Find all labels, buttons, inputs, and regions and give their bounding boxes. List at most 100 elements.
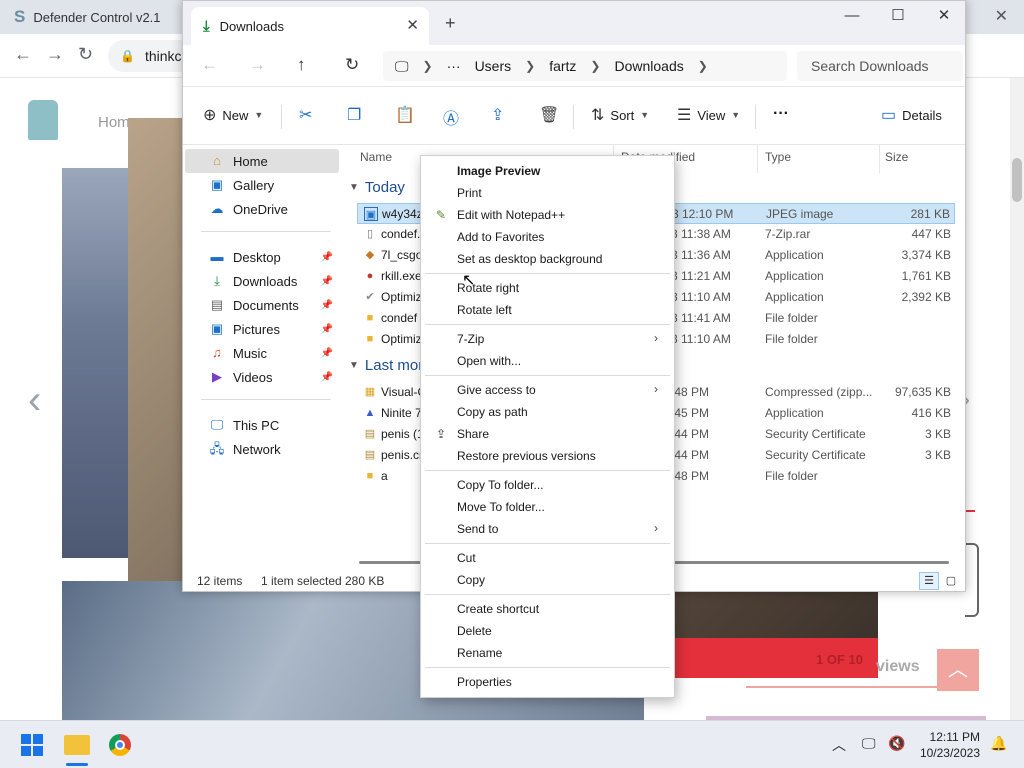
new-tab-icon[interactable]: + xyxy=(445,13,456,34)
nav-videos[interactable]: ▶ Videos 📌 xyxy=(185,365,339,389)
browser-back-icon[interactable]: ← xyxy=(14,44,32,65)
search-input[interactable] xyxy=(797,51,963,81)
more-options-button[interactable]: ··· xyxy=(773,105,789,123)
nav-gallery[interactable]: ▣ Gallery xyxy=(185,173,339,197)
delete-button[interactable]: 🗑 xyxy=(539,105,559,125)
menu-separator xyxy=(425,543,670,544)
menu-item-properties[interactable]: Properties xyxy=(425,671,670,693)
chevron-down-icon: ▼ xyxy=(640,110,650,120)
nav-network[interactable]: 🖧 Network xyxy=(185,437,339,461)
site-logo[interactable] xyxy=(28,100,58,140)
column-header-size[interactable]: Size xyxy=(885,150,908,164)
menu-item-share[interactable]: ⇪ Share xyxy=(425,423,670,445)
copy-button[interactable]: ❐ xyxy=(347,105,361,125)
menu-item-cut[interactable]: Cut xyxy=(425,547,670,569)
chevron-right-icon: ❯ xyxy=(525,59,536,73)
nav-onedrive[interactable]: ☁ OneDrive xyxy=(185,197,339,221)
rename-icon: Ⓐ xyxy=(443,111,460,128)
browser-forward-icon[interactable]: → xyxy=(46,44,64,65)
more-locations-icon[interactable]: ··· xyxy=(447,58,461,74)
menu-item-send-to[interactable]: Send to › xyxy=(425,518,670,540)
menu-item-print[interactable]: Print xyxy=(425,182,670,204)
explorer-tab-downloads[interactable]: ⤓ Downloads ✕ xyxy=(191,7,429,45)
divider xyxy=(281,105,282,129)
menu-item-rotate-left[interactable]: Rotate left xyxy=(425,299,670,321)
menu-item-restore-versions[interactable]: Restore previous versions xyxy=(425,445,670,467)
new-button[interactable]: ⊕ New ▼ xyxy=(203,105,263,125)
menu-item-move-to[interactable]: Move To folder... xyxy=(425,496,670,518)
menu-item-delete[interactable]: Delete xyxy=(425,620,670,642)
details-pane-button[interactable]: ▭ Details xyxy=(881,105,942,125)
menu-separator xyxy=(425,667,670,668)
breadcrumb-users[interactable]: Users xyxy=(475,58,512,74)
maximize-icon[interactable]: ☐ xyxy=(875,7,921,31)
nav-onedrive-label: OneDrive xyxy=(233,201,288,217)
nav-downloads[interactable]: ⤓ Downloads 📌 xyxy=(185,269,339,293)
menu-item-give-access[interactable]: Give access to › xyxy=(425,379,670,401)
menu-item-copy-path[interactable]: Copy as path xyxy=(425,401,670,423)
display-icon[interactable]: 🖵 xyxy=(862,735,876,752)
menu-item-set-background[interactable]: Set as desktop background xyxy=(425,248,670,270)
column-divider[interactable] xyxy=(879,145,880,173)
details-view-icon[interactable]: ☰ xyxy=(919,572,939,590)
menu-item-create-shortcut[interactable]: Create shortcut xyxy=(425,598,670,620)
notification-bell-icon[interactable]: 🔔 xyxy=(990,735,1007,752)
menu-item-open-with[interactable]: Open with... xyxy=(425,350,670,372)
nav-desktop[interactable]: ▬ Desktop 📌 xyxy=(185,245,339,269)
breadcrumb-fartz[interactable]: fartz xyxy=(549,58,576,74)
nav-thispc[interactable]: 🖵 This PC xyxy=(185,413,339,437)
group-last-month[interactable]: ▼ Last mon xyxy=(349,357,427,374)
scroll-top-button[interactable]: ︿ xyxy=(937,649,979,691)
explorer-address-row: ← → ↑ ↻ 🖵 ❯ ··· Users ❯ fartz ❯ Download… xyxy=(183,45,965,87)
nav-music[interactable]: ♫ Music 📌 xyxy=(185,341,339,365)
group-today[interactable]: ▼ Today xyxy=(349,179,405,196)
tiles-view-icon[interactable]: ▢ xyxy=(941,572,961,590)
rename-button[interactable]: Ⓐ xyxy=(443,105,459,129)
explorer-address-bar[interactable]: 🖵 ❯ ··· Users ❯ fartz ❯ Downloads ❯ xyxy=(383,51,787,81)
cut-button[interactable]: ✂ xyxy=(299,105,312,125)
nav-home[interactable]: ⌂ Home xyxy=(185,149,339,173)
column-header-name[interactable]: Name xyxy=(360,150,392,164)
mouse-cursor-icon: ↖ xyxy=(462,272,476,289)
menu-item-copy[interactable]: Copy xyxy=(425,569,670,591)
certificate-icon: ▤ xyxy=(364,428,376,440)
chevron-right-icon: ❯ xyxy=(590,59,601,73)
menu-item-rename[interactable]: Rename xyxy=(425,642,670,664)
minimize-icon[interactable]: — xyxy=(829,7,875,31)
volume-muted-icon[interactable]: 🔇 xyxy=(888,735,905,752)
refresh-icon[interactable]: ↻ xyxy=(345,55,359,75)
menu-item-7zip[interactable]: 7-Zip › xyxy=(425,328,670,350)
browser-reload-icon[interactable]: ↻ xyxy=(78,44,93,65)
menu-item-copy-to[interactable]: Copy To folder... xyxy=(425,474,670,496)
chevron-up-icon[interactable]: ︿ xyxy=(832,735,846,755)
up-icon[interactable]: ↑ xyxy=(297,55,306,75)
taskbar: ︿ 🖵 🔇 12:11 PM 10/23/2023 🔔 xyxy=(0,720,1024,768)
menu-item-edit-notepad[interactable]: ✎ Edit with Notepad++ xyxy=(425,204,670,226)
share-button[interactable]: ⇪ xyxy=(491,105,504,125)
active-app-indicator xyxy=(66,763,88,766)
browser-close-icon[interactable]: ✕ xyxy=(995,6,1008,26)
back-icon[interactable]: ← xyxy=(201,55,218,75)
forward-icon[interactable]: → xyxy=(249,55,266,75)
browser-scrollbar-thumb[interactable] xyxy=(1012,158,1022,202)
paste-button[interactable]: 📋 xyxy=(395,105,415,125)
sort-button[interactable]: ⇅ Sort ▼ xyxy=(591,105,649,125)
defender-control-tab[interactable]: S Defender Control v2.1 xyxy=(0,0,182,34)
certificate-icon: ▤ xyxy=(364,449,376,461)
explorer-tab-title: Downloads xyxy=(219,18,284,34)
tab-close-icon[interactable]: ✕ xyxy=(406,16,419,34)
column-divider[interactable] xyxy=(757,145,758,173)
accent-line xyxy=(965,510,975,512)
scissors-icon: ✂ xyxy=(299,107,313,124)
column-header-type[interactable]: Type xyxy=(765,150,791,164)
slider-prev-icon[interactable]: ‹ xyxy=(28,378,41,423)
menu-item-image-preview[interactable]: Image Preview xyxy=(425,160,670,182)
view-button[interactable]: ☰ View ▼ xyxy=(677,105,740,125)
nav-documents[interactable]: ▤ Documents 📌 xyxy=(185,293,339,317)
menu-item-add-favorites[interactable]: Add to Favorites xyxy=(425,226,670,248)
nav-pictures[interactable]: ▣ Pictures 📌 xyxy=(185,317,339,341)
breadcrumb-downloads[interactable]: Downloads xyxy=(614,58,683,74)
site-nav-home[interactable]: Hom xyxy=(98,114,130,131)
system-clock[interactable]: 12:11 PM 10/23/2023 xyxy=(910,729,980,761)
close-icon[interactable]: ✕ xyxy=(921,7,965,31)
